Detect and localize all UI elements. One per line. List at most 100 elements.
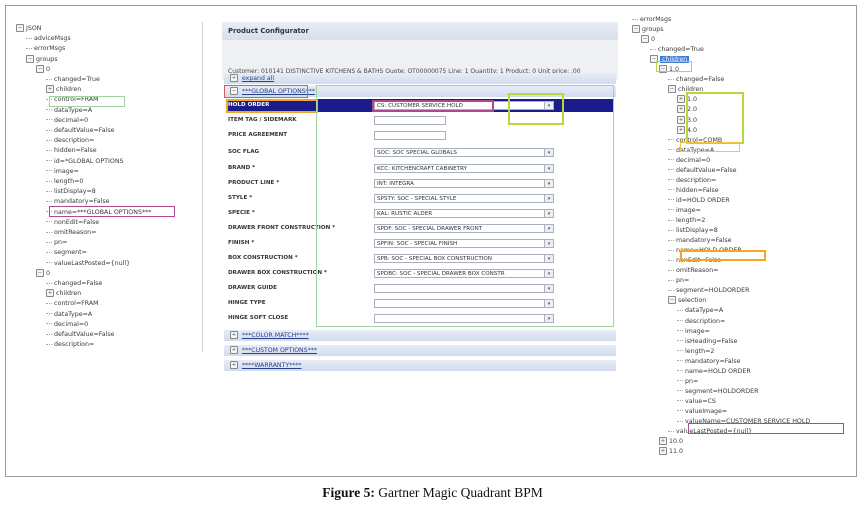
section-color-match[interactable]: + ***COLOR MATCH**** [224, 330, 616, 341]
tree-connector [46, 139, 52, 141]
section-warranty-label: ****WARRANTY**** [241, 362, 302, 369]
tree-connector [668, 78, 674, 80]
left-tree-node-label: id=*GLOBAL OPTIONS [54, 157, 124, 165]
tree-connector [668, 249, 674, 251]
left-tree-node-label: defaultValue=False [54, 127, 115, 134]
right-tree-node: dataType=A [677, 306, 723, 315]
right-tree-node[interactable]: − selection [668, 296, 706, 305]
left-tree-node: description= [46, 136, 94, 145]
left-tree-node: changed=False [46, 279, 102, 288]
left-tree-node: segment= [46, 248, 87, 257]
expand-icon[interactable]: + [46, 289, 54, 298]
tree-connector [46, 251, 52, 253]
tree-connector [46, 313, 52, 315]
left-tree-node-label: decimal=0 [54, 116, 89, 124]
field-label: FINISH * [228, 240, 255, 246]
collapse-icon[interactable]: − [668, 85, 676, 94]
right-tree-node-label: dataType=A [685, 307, 724, 315]
field-label: DRAWER BOX CONSTRUCTION * [228, 270, 327, 276]
right-tree-node-label: name=HOLD ORDER [685, 367, 751, 375]
tree-connector [668, 139, 674, 141]
highlight-left-control [49, 96, 125, 107]
collapse-icon[interactable]: − [668, 296, 676, 305]
collapse-icon[interactable]: − [36, 268, 44, 277]
right-tree-node: valueImage= [677, 407, 727, 416]
left-tree-node[interactable]: − groups [26, 54, 58, 64]
left-tree-node-label: JSON [26, 25, 42, 32]
left-tree-node[interactable]: −0 [36, 64, 50, 74]
expand-icon: + [230, 361, 238, 369]
right-tree-node[interactable]: +11.0 [659, 447, 683, 456]
left-tree-node-label: pn= [54, 239, 68, 247]
left-tree-node-label: decimal=0 [54, 320, 89, 328]
tree-connector [46, 160, 52, 162]
field-label: STYLE * [228, 195, 253, 201]
left-tree-node: valueLastPosted={null} [46, 259, 130, 268]
right-tree-node[interactable]: −0 [641, 35, 655, 44]
tree-connector [677, 370, 683, 372]
product-configurator-panel: Product Configurator Customer: 010141 DI… [222, 22, 618, 382]
left-tree-node-label: description= [54, 137, 95, 145]
highlight-global-frame [316, 85, 614, 327]
expand-icon[interactable]: + [677, 115, 685, 124]
highlight-right-name [680, 250, 766, 261]
right-tree-node-label: mandatory=False [685, 357, 741, 365]
expand-icon: + [230, 346, 238, 354]
tree-connector [677, 340, 683, 342]
tree-connector [46, 170, 52, 172]
left-tree-node: description= [46, 340, 94, 349]
left-tree-node[interactable]: − JSON [16, 24, 42, 33]
left-tree-node[interactable]: −0 [36, 268, 50, 278]
expand-icon[interactable]: + [677, 105, 685, 114]
highlight-global-section [224, 85, 308, 98]
highlight-right-control [680, 142, 740, 152]
left-tree-node[interactable]: + children [46, 289, 81, 298]
collapse-icon[interactable]: − [26, 54, 34, 63]
right-tree-node[interactable]: − groups [632, 25, 664, 34]
tree-connector [632, 18, 638, 20]
expand-icon[interactable]: + [46, 85, 54, 94]
left-tree-node-label: defaultValue=False [54, 331, 115, 338]
right-tree-node-label: description= [685, 317, 726, 325]
json-tree-right: errorMsgs − groups −0 changed=True − children −… [630, 13, 845, 465]
field-label: ITEM TAG / SIDEMARK [228, 117, 297, 123]
left-tree-node[interactable]: + children [46, 85, 81, 94]
tree-connector [46, 200, 52, 202]
expand-icon[interactable]: + [677, 125, 685, 134]
collapse-icon[interactable]: − [36, 64, 44, 73]
collapse-icon[interactable]: − [16, 24, 24, 32]
right-tree-node-label: decimal=0 [676, 156, 711, 164]
right-tree-node[interactable]: +10.0 [659, 437, 683, 446]
field-label: HINGE SOFT CLOSE [228, 315, 289, 321]
left-tree-node-label: dataType=A [54, 310, 93, 318]
tree-connector [677, 330, 683, 332]
left-tree-node-label: valueLastPosted={null} [54, 259, 131, 267]
tree-connector [677, 320, 683, 321]
expand-all-link[interactable]: + expand all [224, 73, 616, 84]
expand-all-label[interactable]: expand all [242, 75, 274, 82]
expand-icon[interactable]: + [677, 95, 685, 104]
section-warranty[interactable]: + ****WARRANTY**** [224, 360, 616, 371]
collapse-icon[interactable]: − [632, 25, 640, 34]
right-tree-node-label: pn= [676, 277, 690, 285]
field-label: PRODUCT LINE * [228, 180, 280, 186]
left-tree-node: omitReason= [46, 228, 96, 237]
section-custom-options[interactable]: + ***CUSTOM OPTIONS*** [224, 345, 616, 356]
expand-icon[interactable]: + [659, 447, 667, 456]
right-tree-node-label: groups [642, 26, 664, 34]
right-tree-node: length=2 [668, 216, 705, 225]
left-tree-node: errorMsgs [26, 44, 65, 53]
right-tree-node-label: valueImage= [685, 407, 728, 415]
expand-icon[interactable]: + [659, 437, 667, 446]
left-tree-node-label: changed=False [54, 280, 103, 287]
left-tree-node-label: nonEdit=False [54, 218, 100, 226]
collapse-icon[interactable]: − [641, 35, 649, 44]
right-tree-node: listDisplay=8 [668, 226, 718, 235]
right-tree-node: hidden=False [668, 186, 719, 195]
tree-connector [677, 390, 683, 392]
field-label: BOX CONSTRUCTION * [228, 255, 298, 261]
tree-connector [668, 279, 674, 281]
configurator-title: Product Configurator [222, 22, 618, 40]
left-tree-node-label: image= [54, 167, 79, 175]
right-tree-node: description= [668, 176, 716, 185]
